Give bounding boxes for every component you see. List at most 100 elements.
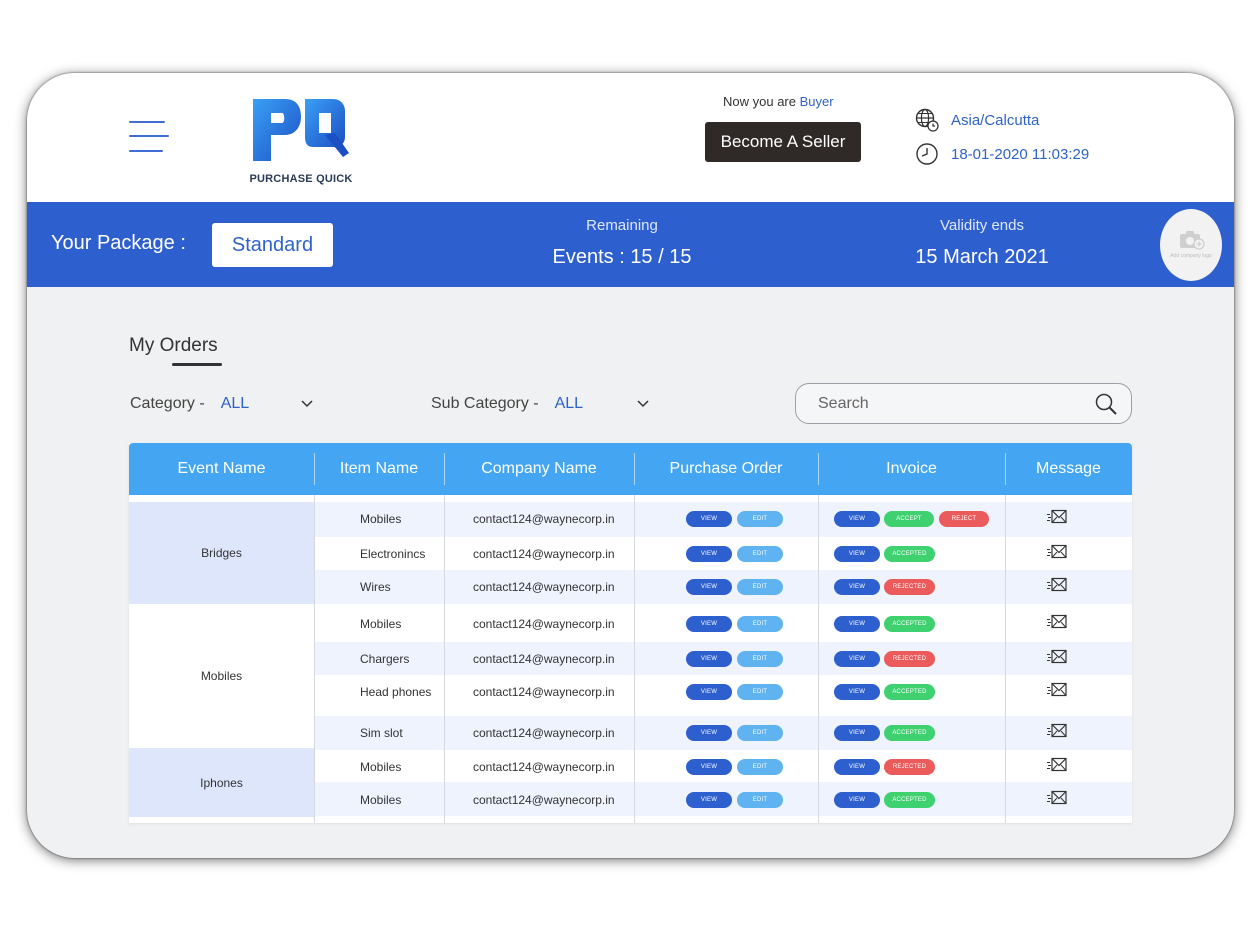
column-divider	[314, 495, 315, 823]
page-title: My Orders	[129, 335, 218, 356]
column-header: Item Name	[339, 460, 419, 477]
po-edit-button[interactable]: EDIT	[737, 725, 783, 741]
po-view-button[interactable]: VIEW	[686, 759, 732, 775]
item-name-cell: Mobiles	[360, 793, 402, 807]
invoice-accepted-badge: ACCEPTED	[884, 616, 935, 632]
company-name-cell: contact124@waynecorp.in	[473, 580, 615, 594]
chevron-down-icon[interactable]	[300, 397, 314, 411]
po-edit-button[interactable]: EDIT	[737, 511, 783, 527]
menu-icon[interactable]	[129, 121, 169, 155]
company-name-cell: contact124@waynecorp.in	[473, 726, 615, 740]
become-seller-button[interactable]: Become A Seller	[705, 122, 861, 162]
brand-name: PURCHASE QUICK	[249, 173, 353, 185]
invoice-reject-button[interactable]: REJECT	[939, 511, 989, 527]
invoice-view-button[interactable]: VIEW	[834, 511, 880, 527]
po-edit-button[interactable]: EDIT	[737, 651, 783, 667]
invoice-view-button[interactable]: VIEW	[834, 546, 880, 562]
mail-icon[interactable]	[1047, 614, 1067, 634]
brand-logo[interactable]: PURCHASE QUICK	[249, 95, 353, 191]
search-icon[interactable]	[1094, 392, 1118, 416]
datetime-row: 18-01-2020 11:03:29	[915, 142, 1089, 166]
search-box	[795, 383, 1132, 424]
category-value: ALL	[220, 395, 250, 412]
po-view-button[interactable]: VIEW	[686, 616, 732, 632]
company-name-cell: contact124@waynecorp.in	[473, 793, 615, 807]
po-view-button[interactable]: VIEW	[686, 511, 732, 527]
item-name-cell: Wires	[360, 580, 391, 594]
timezone-text: Asia/Calcutta	[951, 111, 1040, 129]
header-divider	[634, 453, 635, 485]
item-name-cell: Mobiles	[360, 760, 402, 774]
invoice-accepted-badge: ACCEPTED	[884, 684, 935, 700]
column-header: Message	[1036, 460, 1101, 477]
item-name-cell: Electronincs	[360, 547, 426, 561]
event-name-cell: Bridges	[129, 502, 314, 604]
top-bar: PURCHASE QUICK Now you are Buyer Become …	[27, 73, 1234, 202]
po-view-button[interactable]: VIEW	[686, 725, 732, 741]
invoice-view-button[interactable]: VIEW	[834, 651, 880, 667]
item-name-cell: Head phones	[360, 685, 432, 699]
invoice-view-button[interactable]: VIEW	[834, 579, 880, 595]
header-divider	[444, 453, 445, 485]
po-view-button[interactable]: VIEW	[686, 684, 732, 700]
invoice-view-button[interactable]: VIEW	[834, 684, 880, 700]
po-edit-button[interactable]: EDIT	[737, 616, 783, 632]
event-name-cell: Iphones	[129, 748, 314, 817]
mail-icon[interactable]	[1047, 649, 1067, 669]
header-divider	[314, 453, 315, 485]
remaining-value: Events : 15 / 15	[552, 246, 692, 268]
po-edit-button[interactable]: EDIT	[737, 684, 783, 700]
package-label: Your Package :	[51, 232, 186, 254]
po-edit-button[interactable]: EDIT	[737, 792, 783, 808]
mail-icon[interactable]	[1047, 509, 1067, 529]
company-logo-upload[interactable]: Add company logo	[1160, 209, 1222, 281]
item-name-cell: Mobiles	[360, 617, 402, 631]
timezone-row: Asia/Calcutta	[915, 108, 1039, 132]
column-header: Event Name	[177, 460, 266, 477]
po-view-button[interactable]: VIEW	[686, 579, 732, 595]
invoice-view-button[interactable]: VIEW	[834, 725, 880, 741]
datetime-text: 18-01-2020 11:03:29	[951, 145, 1090, 163]
company-name-cell: contact124@waynecorp.in	[473, 512, 615, 526]
item-name-cell: Chargers	[360, 652, 410, 666]
subcategory-filter[interactable]: Sub Category - ALL	[431, 395, 649, 413]
globe-clock-icon	[915, 108, 939, 132]
category-filter[interactable]: Category - ALL	[130, 395, 313, 413]
mail-icon[interactable]	[1047, 723, 1067, 743]
invoice-view-button[interactable]: VIEW	[834, 792, 880, 808]
event-name-cell: Mobiles	[200, 669, 243, 683]
subcategory-label: Sub Category -	[431, 395, 539, 412]
invoice-rejected-badge: REJECTED	[884, 759, 935, 775]
mail-icon[interactable]	[1047, 790, 1067, 810]
validity-value: 15 March 2021	[915, 246, 1049, 268]
invoice-view-button[interactable]: VIEW	[834, 759, 880, 775]
package-name: Standard	[212, 223, 333, 267]
title-underline	[172, 363, 222, 366]
logo-upload-caption: Add company logo	[1170, 253, 1212, 259]
validity-label: Validity ends	[940, 217, 1024, 234]
mail-icon[interactable]	[1047, 544, 1067, 564]
search-input[interactable]	[818, 393, 1078, 415]
column-header: Invoice	[886, 460, 937, 477]
invoice-accept-button[interactable]: ACCEPT	[884, 511, 934, 527]
company-name-cell: contact124@waynecorp.in	[473, 547, 615, 561]
invoice-view-button[interactable]: VIEW	[834, 616, 880, 632]
mail-icon[interactable]	[1047, 577, 1067, 597]
mail-icon[interactable]	[1047, 757, 1067, 777]
remaining-label: Remaining	[586, 217, 658, 234]
validity-block: Validity ends 15 March 2021	[887, 217, 1077, 269]
table-header: Event Name Item Name Company Name Purcha…	[129, 443, 1132, 495]
company-name-cell: contact124@waynecorp.in	[473, 760, 615, 774]
po-view-button[interactable]: VIEW	[686, 651, 732, 667]
po-view-button[interactable]: VIEW	[686, 546, 732, 562]
mail-icon[interactable]	[1047, 682, 1067, 702]
item-name-cell: Mobiles	[360, 512, 402, 526]
app-window: PURCHASE QUICK Now you are Buyer Become …	[27, 73, 1234, 858]
po-view-button[interactable]: VIEW	[686, 792, 732, 808]
po-edit-button[interactable]: EDIT	[737, 759, 783, 775]
current-role: Now you are Buyer	[723, 94, 834, 109]
po-edit-button[interactable]: EDIT	[737, 546, 783, 562]
chevron-down-icon[interactable]	[636, 397, 650, 411]
column-divider	[634, 495, 635, 823]
po-edit-button[interactable]: EDIT	[737, 579, 783, 595]
